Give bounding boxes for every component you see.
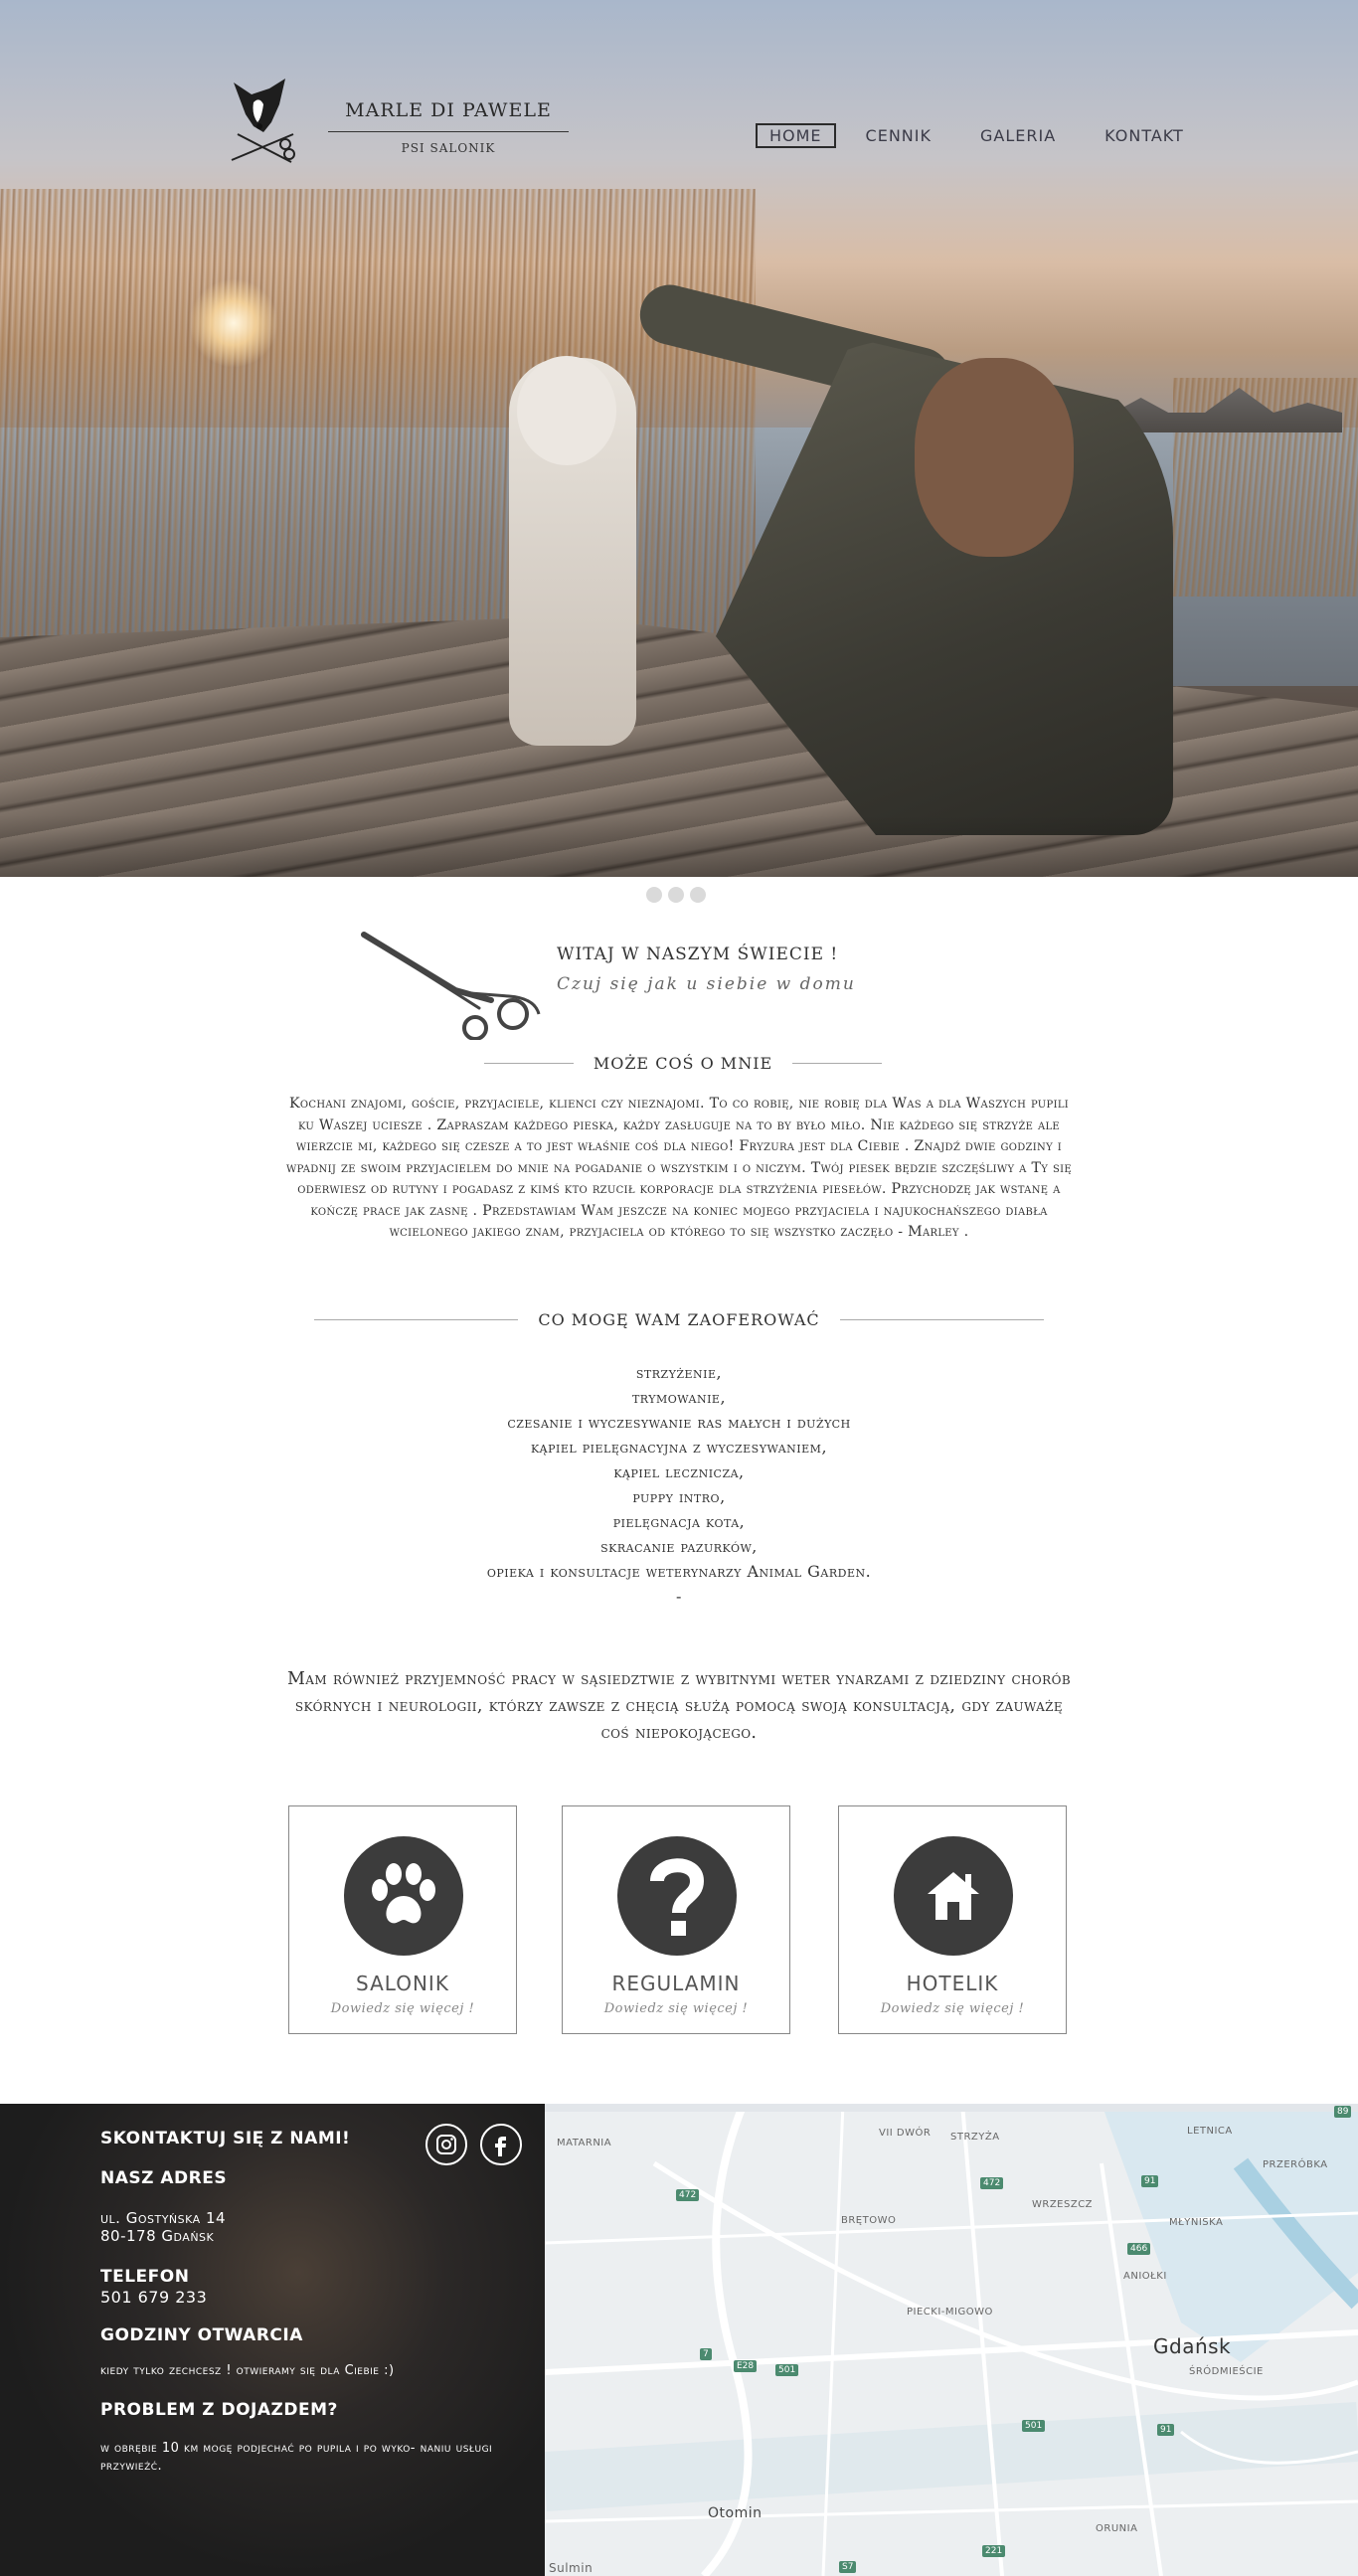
question-icon bbox=[617, 1836, 737, 1956]
offer-list: strzyżenie, trymowanie, czesanie i wycze… bbox=[381, 1360, 977, 1609]
divider-line bbox=[792, 1063, 882, 1064]
main-nav: HOME CENNIK GALERIA KONTAKT bbox=[756, 122, 1221, 148]
map-city-label: Gdańsk bbox=[1153, 2334, 1232, 2358]
offer-item: strzyżenie, bbox=[635, 1363, 723, 1382]
divider-line bbox=[314, 1319, 519, 1320]
nav-home[interactable]: HOME bbox=[756, 122, 836, 148]
paw-icon bbox=[344, 1836, 463, 1956]
nav-galeria[interactable]: GALERIA bbox=[968, 124, 1068, 147]
offer-item: opieka i konsultacje weterynarzy Animal … bbox=[486, 1562, 872, 1581]
road-number-badge: 466 bbox=[1127, 2243, 1151, 2255]
brand-divider bbox=[328, 131, 569, 132]
offer-item: kąpiel pielęgnacyjna z wyczesywaniem, bbox=[530, 1438, 828, 1457]
instagram-icon[interactable] bbox=[425, 2124, 467, 2165]
about-heading-text: MOŻE COŚ O MNIE bbox=[593, 1054, 773, 1073]
map-label: Sulmin bbox=[549, 2561, 594, 2575]
offer-item: czesanie i wyczesywanie ras małych i duż… bbox=[507, 1413, 851, 1432]
welcome-title: WITAJ W NASZYM ŚWIECIE ! bbox=[557, 945, 839, 964]
slider-dots bbox=[646, 887, 706, 903]
brand-subtitle: PSI SALONIK bbox=[401, 141, 496, 155]
location-map[interactable]: MATARNIA VII DWÓR STRZYŻA LETNICA PRZERÓ… bbox=[545, 2104, 1358, 2576]
card-regulamin[interactable]: REGULAMIN Dowiedz się więcej ! bbox=[562, 1805, 790, 2034]
offer-item: kąpiel lecznicza, bbox=[613, 1462, 745, 1481]
map-label: Otomin bbox=[708, 2505, 763, 2521]
card-subtitle[interactable]: Dowiedz się więcej ! bbox=[563, 2001, 789, 2016]
map-label: MŁYNISKA bbox=[1169, 2217, 1224, 2228]
offer-item: puppy intro, bbox=[632, 1487, 726, 1506]
card-hotelik[interactable]: HOTELIK Dowiedz się więcej ! bbox=[838, 1805, 1067, 2034]
nav-cennik[interactable]: CENNIK bbox=[854, 124, 943, 147]
divider-line bbox=[484, 1063, 574, 1064]
phone-number[interactable]: 501 679 233 bbox=[100, 2288, 207, 2307]
road-number-badge: 221 bbox=[982, 2545, 1006, 2557]
divider-line bbox=[839, 1319, 1044, 1320]
map-roads bbox=[545, 2104, 1358, 2576]
contact-heading: SKONTAKTUJ SIĘ Z NAMI! bbox=[100, 2129, 351, 2148]
map-label: BRĘTOWO bbox=[841, 2215, 897, 2226]
road-number-badge: S7 bbox=[839, 2561, 857, 2573]
hours-text: kiedy tylko zechcesz ! otwieramy się dla… bbox=[100, 2363, 395, 2378]
slider-dot[interactable] bbox=[668, 887, 684, 903]
offer-item: - bbox=[676, 1587, 682, 1606]
map-label: STRZYŻA bbox=[950, 2132, 1000, 2143]
map-label: PRZERÓBKA bbox=[1263, 2159, 1328, 2170]
slider-dot[interactable] bbox=[646, 887, 662, 903]
scissors-icon bbox=[361, 932, 541, 1040]
road-number-badge: 472 bbox=[676, 2189, 700, 2201]
offer-item: skracanie pazurków, bbox=[600, 1537, 758, 1556]
offer-item: trymowanie, bbox=[631, 1388, 727, 1407]
map-label: MATARNIA bbox=[557, 2138, 612, 2148]
card-title: SALONIK bbox=[356, 1972, 449, 1995]
road-number-badge: 501 bbox=[775, 2364, 799, 2376]
map-label: LETNICA bbox=[1187, 2126, 1233, 2137]
offer-heading-text: CO MOGĘ WAM ZAOFEROWAĆ bbox=[538, 1310, 820, 1329]
card-title: REGULAMIN bbox=[611, 1972, 741, 1995]
about-text: Kochani znajomi, goście, przyjaciele, kl… bbox=[286, 1096, 1072, 1240]
card-title: HOTELIK bbox=[906, 1972, 999, 1995]
offer-item: pielęgnacja kota, bbox=[612, 1512, 746, 1531]
slider-dot[interactable] bbox=[690, 887, 706, 903]
phone-heading: TELEFON bbox=[100, 2267, 190, 2287]
address-line1: ul. Gostyńska 14 bbox=[100, 2209, 227, 2227]
map-label: ANIOŁKI bbox=[1123, 2271, 1167, 2282]
road-number-badge: E28 bbox=[734, 2360, 758, 2372]
map-label: ŚRÓDMIEŚCIE bbox=[1189, 2366, 1264, 2377]
road-number-badge: 89 bbox=[1334, 2106, 1352, 2118]
dog-logo-icon[interactable] bbox=[224, 75, 303, 164]
travel-text: w obrębie 10 km mogę podjechać po pupila… bbox=[100, 2441, 493, 2474]
nav-kontakt[interactable]: KONTAKT bbox=[1093, 124, 1196, 147]
card-salonik[interactable]: SALONIK Dowiedz się więcej ! bbox=[288, 1805, 517, 2034]
cooperation-text: Mam również przyjemność pracy w sąsiedzt… bbox=[286, 1669, 1072, 1743]
address-heading: NASZ ADRES bbox=[100, 2168, 228, 2188]
card-subtitle[interactable]: Dowiedz się więcej ! bbox=[839, 2001, 1066, 2016]
travel-heading: PROBLEM Z DOJAZDEM? bbox=[100, 2400, 338, 2420]
brand-name[interactable]: MARLE DI PAWELE bbox=[328, 99, 569, 121]
road-number-badge: 91 bbox=[1141, 2175, 1159, 2187]
offer-heading: CO MOGĘ WAM ZAOFEROWAĆ bbox=[281, 1310, 1077, 1329]
card-subtitle[interactable]: Dowiedz się więcej ! bbox=[289, 2001, 516, 2016]
road-number-badge: 472 bbox=[980, 2177, 1004, 2189]
map-label: WRZESZCZ bbox=[1032, 2199, 1094, 2210]
about-heading: MOŻE COŚ O MNIE bbox=[484, 1054, 882, 1073]
welcome-subtitle: Czuj się jak u siebie w domu bbox=[557, 974, 856, 994]
map-label: VII DWÓR bbox=[879, 2128, 932, 2139]
road-number-badge: 91 bbox=[1157, 2424, 1175, 2436]
map-label: ORUNIA bbox=[1096, 2523, 1138, 2534]
map-label: PIECKI-MIGOWO bbox=[907, 2307, 993, 2318]
road-number-badge: 7 bbox=[700, 2348, 712, 2360]
address-line2: 80-178 Gdańsk bbox=[100, 2227, 215, 2245]
hours-heading: GODZINY OTWARCIA bbox=[100, 2325, 303, 2345]
contact-panel: SKONTAKTUJ SIĘ Z NAMI! NASZ ADRES ul. Go… bbox=[0, 2104, 545, 2576]
facebook-icon[interactable] bbox=[480, 2124, 522, 2165]
road-number-badge: 501 bbox=[1022, 2420, 1046, 2432]
house-icon bbox=[894, 1836, 1013, 1956]
